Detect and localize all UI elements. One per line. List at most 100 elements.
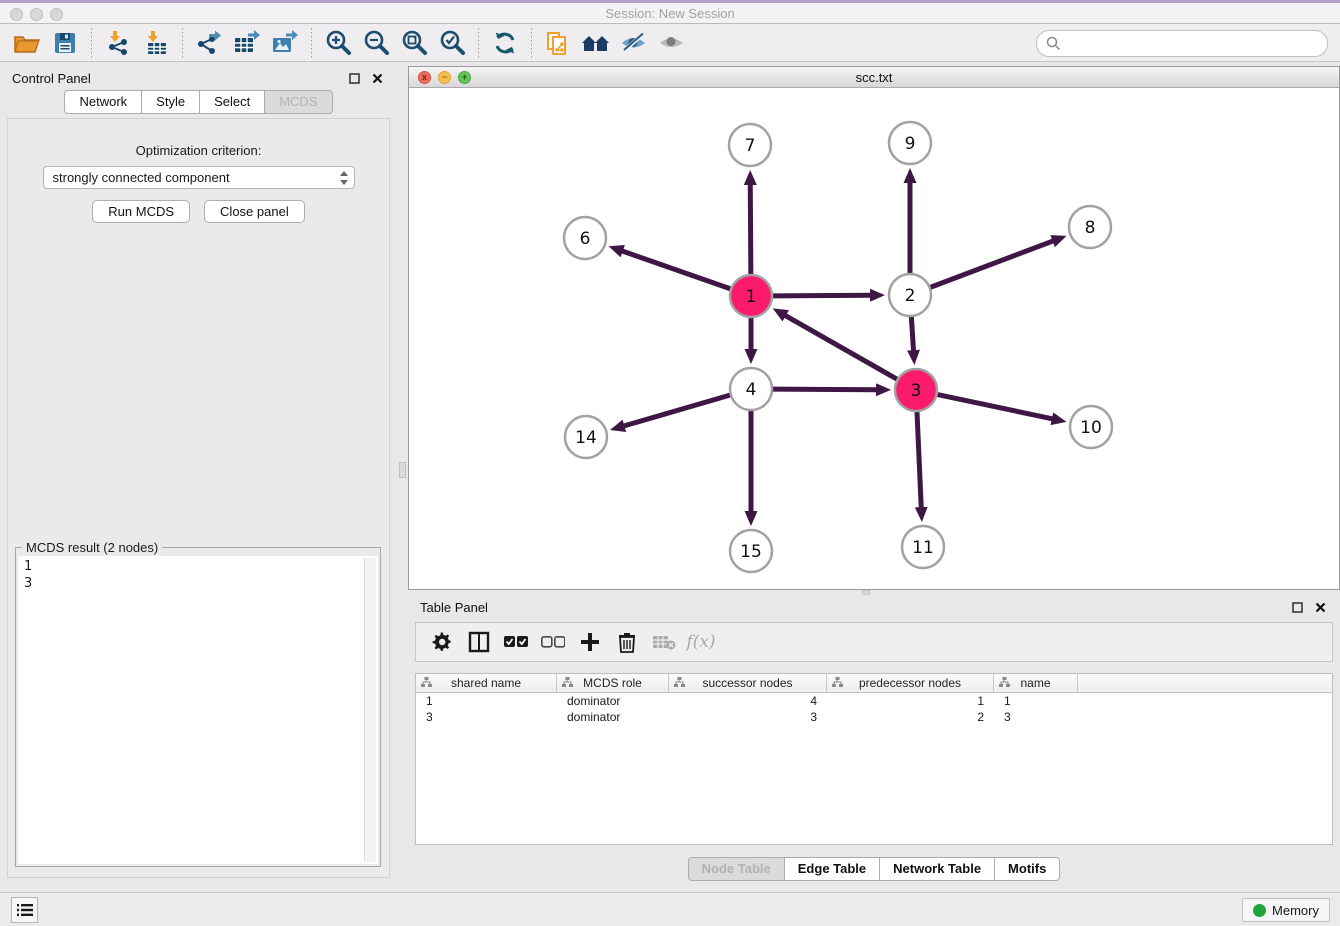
svg-text:15: 15 (740, 542, 762, 562)
network-window-title: scc.txt (409, 70, 1339, 85)
mcds-result-group: MCDS result (2 nodes) 1 3 (15, 547, 381, 867)
graph-node-3[interactable]: 3 (895, 369, 937, 411)
refresh-view-icon[interactable] (488, 28, 522, 58)
run-mcds-button[interactable]: Run MCDS (92, 200, 190, 223)
task-history-button[interactable] (11, 897, 38, 923)
home-view-icon[interactable] (579, 28, 613, 58)
zoom-selected-icon[interactable] (435, 28, 469, 58)
save-session-icon[interactable] (48, 28, 82, 58)
network-canvas[interactable]: 7 9 6 8 1 2 4 3 14 10 15 11 (409, 88, 1339, 589)
cell[interactable]: 3 (669, 710, 827, 724)
graph-node-6[interactable]: 6 (564, 217, 606, 259)
add-column-icon[interactable] (576, 628, 604, 656)
edge-2-3[interactable] (911, 317, 913, 351)
edge-3-1[interactable] (785, 315, 897, 379)
open-network-file-icon[interactable] (541, 28, 575, 58)
import-table-icon[interactable] (139, 28, 173, 58)
graph-node-10[interactable]: 10 (1070, 406, 1112, 448)
graph-node-1[interactable]: 1 (730, 275, 772, 317)
memory-button[interactable]: Memory (1242, 898, 1330, 922)
edge-4-14[interactable] (623, 395, 729, 426)
mcds-result-box: 1 3 (18, 556, 378, 864)
graph-node-7[interactable]: 7 (729, 124, 771, 166)
edge-4-3[interactable] (773, 389, 877, 390)
graph-node-15[interactable]: 15 (730, 530, 772, 572)
settings-gear-icon[interactable] (428, 628, 456, 656)
svg-text:7: 7 (745, 136, 756, 156)
zoom-in-icon[interactable] (321, 28, 355, 58)
table-row[interactable]: 3dominator323 (416, 709, 1332, 725)
cell[interactable]: 3 (416, 710, 557, 724)
close-panel-button[interactable]: Close panel (204, 200, 305, 223)
search-input[interactable] (1061, 36, 1327, 51)
graph-node-4[interactable]: 4 (730, 368, 772, 410)
show-all-icon[interactable] (655, 28, 689, 58)
delete-table-icon[interactable] (650, 628, 678, 656)
node-table[interactable]: shared nameMCDS rolesuccessor nodesprede… (415, 673, 1333, 845)
tab-style[interactable]: Style (141, 90, 200, 114)
float-table-panel-icon[interactable] (1289, 599, 1305, 615)
zoom-fit-icon[interactable] (397, 28, 431, 58)
export-image-icon[interactable] (268, 28, 302, 58)
criterion-select[interactable]: strongly connected component (43, 166, 355, 189)
table-tab-edge-table[interactable]: Edge Table (784, 857, 880, 881)
tab-network[interactable]: Network (64, 90, 142, 114)
table-tab-network-table[interactable]: Network Table (879, 857, 995, 881)
function-builder-icon[interactable]: f(x) (687, 628, 715, 656)
cell[interactable]: 1 (994, 694, 1078, 708)
graph-node-14[interactable]: 14 (565, 416, 607, 458)
tab-select[interactable]: Select (199, 90, 265, 114)
delete-column-icon[interactable] (613, 628, 641, 656)
cell[interactable]: 2 (827, 710, 994, 724)
close-panel-icon[interactable] (369, 70, 385, 86)
vertical-splitter-grip[interactable] (399, 462, 406, 478)
edge-1-6[interactable] (622, 251, 730, 289)
select-stepper-icon (338, 170, 350, 186)
cell[interactable]: 1 (827, 694, 994, 708)
tab-mcds[interactable]: MCDS (264, 90, 332, 114)
graph-node-2[interactable]: 2 (889, 274, 931, 316)
export-network-icon[interactable] (192, 28, 226, 58)
edge-1-2[interactable] (773, 295, 871, 296)
network-window: x − + scc.txt 7 9 6 8 1 2 4 3 14 10 15 11 (408, 66, 1340, 590)
edge-3-10[interactable] (938, 395, 1053, 419)
svg-text:3: 3 (911, 381, 922, 401)
open-session-icon[interactable] (10, 28, 44, 58)
cell[interactable]: 3 (994, 710, 1078, 724)
graph-node-8[interactable]: 8 (1069, 206, 1111, 248)
graph-node-9[interactable]: 9 (889, 122, 931, 164)
float-panel-icon[interactable] (346, 70, 362, 86)
export-table-icon[interactable] (230, 28, 264, 58)
mcds-panel-body: Optimization criterion: strongly connect… (7, 118, 390, 878)
column-header-successor-nodes[interactable]: successor nodes (669, 674, 827, 692)
import-network-icon[interactable] (101, 28, 135, 58)
column-header-predecessor-nodes[interactable]: predecessor nodes (827, 674, 994, 692)
edge-2-8[interactable] (931, 241, 1054, 287)
table-tab-motifs[interactable]: Motifs (994, 857, 1060, 881)
deselect-all-columns-icon[interactable] (539, 628, 567, 656)
close-table-panel-icon[interactable] (1312, 599, 1328, 615)
column-type-icon (562, 677, 573, 688)
cell[interactable]: dominator (557, 694, 669, 708)
cell[interactable]: 1 (416, 694, 557, 708)
edge-3-11[interactable] (917, 412, 921, 508)
zoom-out-icon[interactable] (359, 28, 393, 58)
cell[interactable]: dominator (557, 710, 669, 724)
table-tab-node-table[interactable]: Node Table (688, 857, 785, 881)
search-box[interactable] (1036, 30, 1328, 57)
column-header-name[interactable]: name (994, 674, 1078, 692)
column-header-shared-name[interactable]: shared name (416, 674, 557, 692)
column-header-MCDS-role[interactable]: MCDS role (557, 674, 669, 692)
main-toolbar (0, 24, 1340, 62)
network-window-titlebar[interactable]: x − + scc.txt (409, 67, 1339, 88)
edge-1-7[interactable] (750, 184, 751, 274)
column-visibility-icon[interactable] (465, 628, 493, 656)
graph-node-11[interactable]: 11 (902, 526, 944, 568)
select-all-columns-icon[interactable] (502, 628, 530, 656)
table-body: 1dominator4113dominator323 (416, 693, 1332, 725)
hide-selected-icon[interactable] (617, 28, 651, 58)
cell[interactable]: 4 (669, 694, 827, 708)
result-scrollbar[interactable] (364, 558, 376, 862)
control-panel-tabbar: NetworkStyleSelectMCDS (0, 90, 397, 114)
table-row[interactable]: 1dominator411 (416, 693, 1332, 709)
